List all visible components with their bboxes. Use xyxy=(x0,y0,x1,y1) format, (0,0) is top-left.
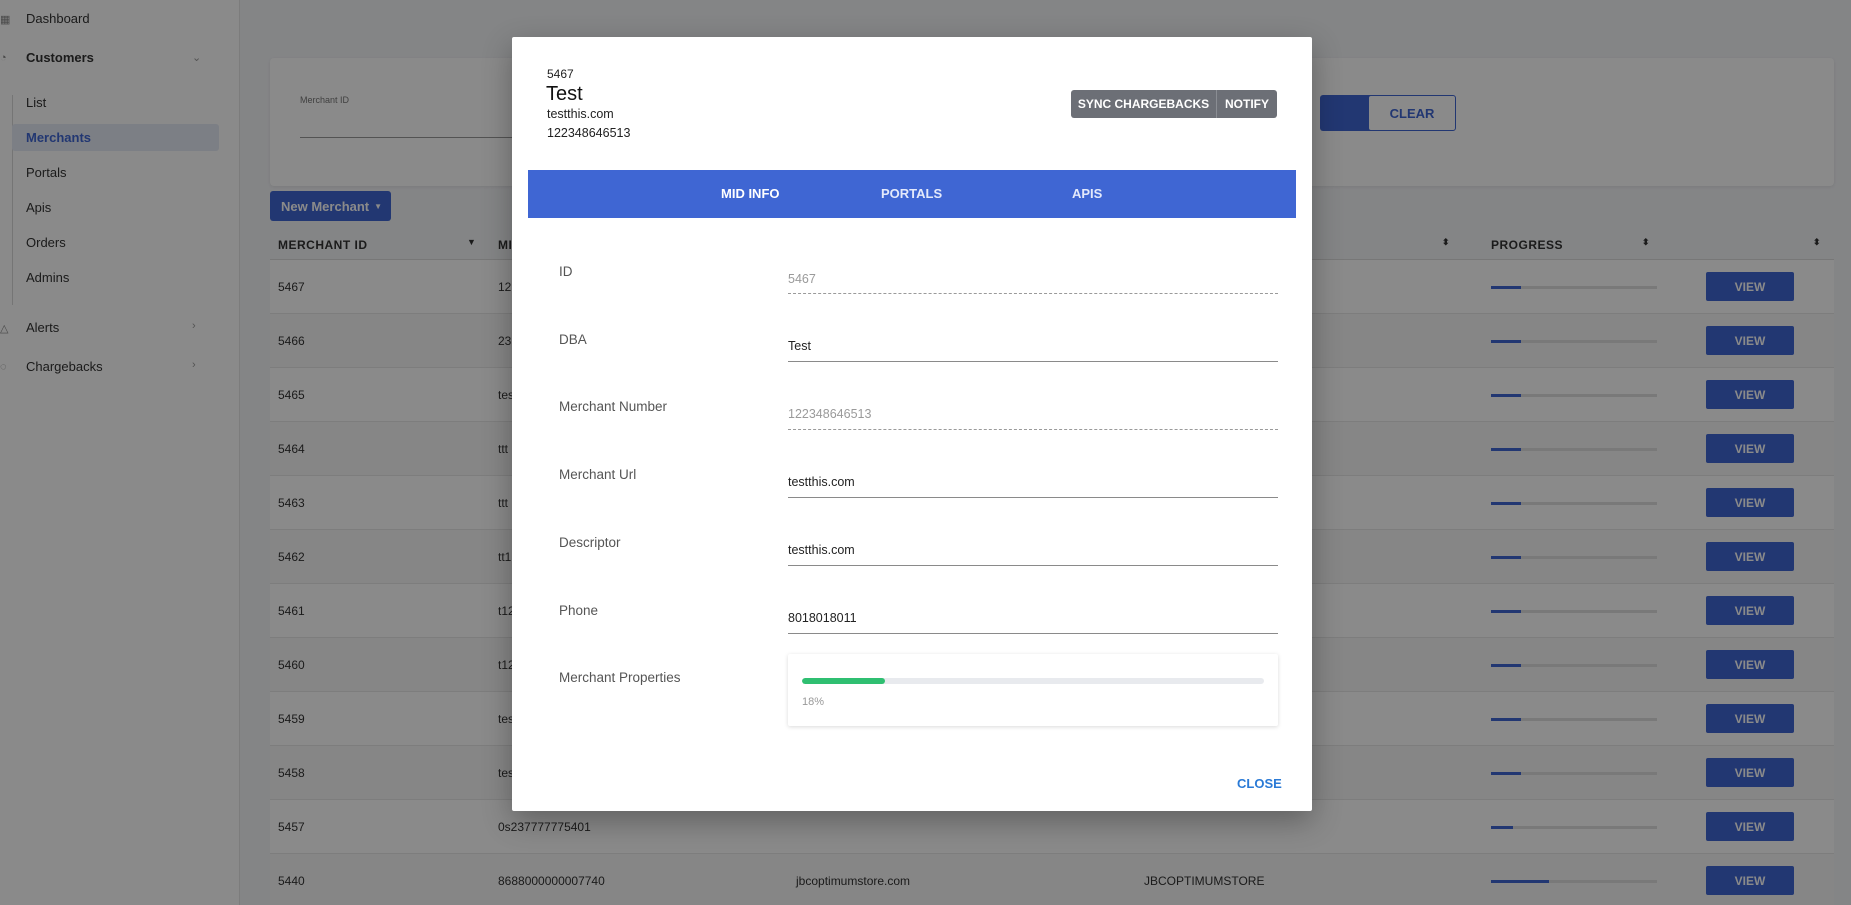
field-merchant-number-underline xyxy=(788,429,1278,430)
merchant-url-input[interactable]: testthis.com xyxy=(788,475,855,489)
field-label-descriptor: Descriptor xyxy=(559,535,621,550)
merchant-properties-card: 18% xyxy=(788,654,1278,726)
modal-tabs: MID INFO PORTALS APIS xyxy=(528,170,1296,218)
merchant-properties-percent: 18% xyxy=(802,696,825,708)
field-merchant-number-value: 122348646513 xyxy=(788,407,872,421)
merchant-properties-progress-track xyxy=(802,678,1264,684)
close-button[interactable]: CLOSE xyxy=(1237,776,1282,791)
modal-merchant-number: 122348646513 xyxy=(547,126,631,140)
merchant-detail-modal: 5467 Test testthis.com 122348646513 SYNC… xyxy=(512,37,1312,811)
descriptor-input-underline xyxy=(788,565,1278,566)
field-id-value: 5467 xyxy=(788,272,816,286)
modal-merchant-url: testthis.com xyxy=(547,107,614,121)
phone-input-underline xyxy=(788,633,1278,634)
dba-input-underline xyxy=(788,361,1278,362)
dba-input[interactable]: Test xyxy=(788,339,811,353)
tab-portals[interactable]: PORTALS xyxy=(881,186,942,201)
modal-action-group: SYNC CHARGEBACKS NOTIFY xyxy=(1071,90,1277,118)
field-label-merchant-number: Merchant Number xyxy=(559,399,668,414)
field-label-phone: Phone xyxy=(559,603,599,618)
tab-mid-info[interactable]: MID INFO xyxy=(721,186,780,201)
tab-apis[interactable]: APIS xyxy=(1072,186,1102,201)
sync-chargebacks-button[interactable]: SYNC CHARGEBACKS xyxy=(1071,90,1216,118)
field-label-merchant-properties: Merchant Properties xyxy=(559,670,681,685)
modal-title: Test xyxy=(546,83,583,105)
merchant-url-input-underline xyxy=(788,497,1278,498)
field-label-dba: DBA xyxy=(559,332,587,347)
merchant-properties-progress-fill xyxy=(802,678,886,684)
field-label-id: ID xyxy=(559,264,573,279)
modal-merchant-id: 5467 xyxy=(547,67,574,81)
phone-input[interactable]: 8018018011 xyxy=(788,611,857,625)
field-label-merchant-url: Merchant Url xyxy=(559,467,637,482)
field-id-underline xyxy=(788,293,1278,294)
notify-button[interactable]: NOTIFY xyxy=(1216,90,1277,118)
descriptor-input[interactable]: testthis.com xyxy=(788,543,855,557)
